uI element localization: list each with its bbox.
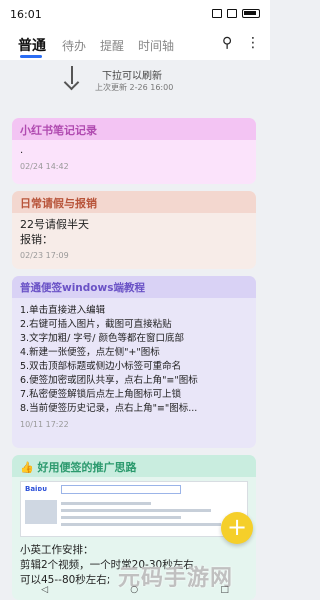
note-card[interactable]: 普通便签windows端教程 1.单击直接进入编辑 2.右键可插入图片，截图可直… xyxy=(12,276,256,448)
tab-reminder[interactable]: 提醒 xyxy=(100,37,124,54)
note-title: 👍 好用便签的推广思路 xyxy=(12,455,256,477)
battery-icon xyxy=(242,9,260,18)
note-line: 7.私密便签解锁后点左上角图标可上锁 xyxy=(20,389,182,400)
note-card[interactable]: 小红书笔记记录 . 02/24 14:42 xyxy=(12,118,256,184)
search-icon[interactable]: ⚲ xyxy=(222,35,232,51)
image-line xyxy=(61,516,181,519)
note-card[interactable]: 日常请假与报销 22号请假半天 报销： 02/23 17:09 xyxy=(12,191,256,269)
note-image: Baiᴅᴜ xyxy=(20,481,248,537)
thumb-up-icon: 👍 xyxy=(20,461,34,474)
note-body: . xyxy=(20,145,24,156)
note-title: 日常请假与报销 xyxy=(12,191,256,213)
arrow-down-icon xyxy=(64,66,80,88)
sim-icon xyxy=(212,9,222,18)
add-note-button[interactable]: + xyxy=(221,512,253,544)
home-icon[interactable]: ○ xyxy=(130,585,138,595)
status-time: 16:01 xyxy=(10,8,42,21)
note-line: 6.便签加密或团队共享，点右上角"≡"图标 xyxy=(20,375,198,386)
refresh-title: 下拉可以刷新 xyxy=(102,71,162,82)
note-body: 1.单击直接进入编辑 2.右键可插入图片，截图可直接粘贴 3.文字加粗/ 字号/… xyxy=(12,298,256,420)
note-line: 5.双击顶部标题或侧边小标签可重命名 xyxy=(20,361,182,372)
signal-icon xyxy=(227,9,237,18)
tab-timeline[interactable]: 时间轴 xyxy=(138,37,174,54)
image-thumbnail xyxy=(25,500,57,524)
pull-to-refresh: 下拉可以刷新 上次更新 2-26 16:00 xyxy=(0,62,270,102)
tab-normal[interactable]: 普通 xyxy=(18,35,46,55)
note-date: 02/23 17:09 xyxy=(20,251,69,260)
plus-icon: + xyxy=(226,513,248,541)
note-title-text: 好用便签的推广思路 xyxy=(37,461,137,474)
recents-icon[interactable]: □ xyxy=(220,585,229,595)
baidu-logo: Baiᴅᴜ xyxy=(25,485,47,493)
note-line: 小英工作安排： xyxy=(20,544,94,556)
nav-bar: ◁ ○ □ xyxy=(0,580,270,600)
tab-underline xyxy=(20,55,42,58)
note-body: 22号请假半天 报销： xyxy=(20,218,89,246)
note-date: 10/11 17:22 xyxy=(20,420,69,429)
header: 普通 待办 提醒 时间轴 ⚲ ⋮ xyxy=(0,30,270,60)
note-line: 3.文字加粗/ 字号/ 颜色等都在窗口底部 xyxy=(20,333,185,344)
image-line xyxy=(61,502,151,505)
note-date: 02/24 14:42 xyxy=(20,162,69,171)
status-bar: 16:01 xyxy=(0,0,270,30)
status-icons xyxy=(212,9,260,18)
image-searchbox xyxy=(61,485,181,494)
note-title: 小红书笔记记录 xyxy=(12,118,256,140)
note-title: 普通便签windows端教程 xyxy=(12,276,256,298)
note-line: 2.右键可插入图片，截图可直接粘贴 xyxy=(20,319,172,330)
image-line xyxy=(61,523,221,526)
back-icon[interactable]: ◁ xyxy=(41,585,48,595)
refresh-subtitle: 上次更新 2-26 16:00 xyxy=(95,83,174,92)
note-line: 4.新建一张便签，点左侧"+"图标 xyxy=(20,347,160,358)
note-line: 8.当前便签历史记录，点右上角"≡"图标... xyxy=(20,403,198,414)
menu-icon[interactable]: ⋮ xyxy=(246,35,260,51)
tab-todo[interactable]: 待办 xyxy=(62,37,86,54)
image-line xyxy=(61,509,211,512)
note-line: 1.单击直接进入编辑 xyxy=(20,305,106,316)
